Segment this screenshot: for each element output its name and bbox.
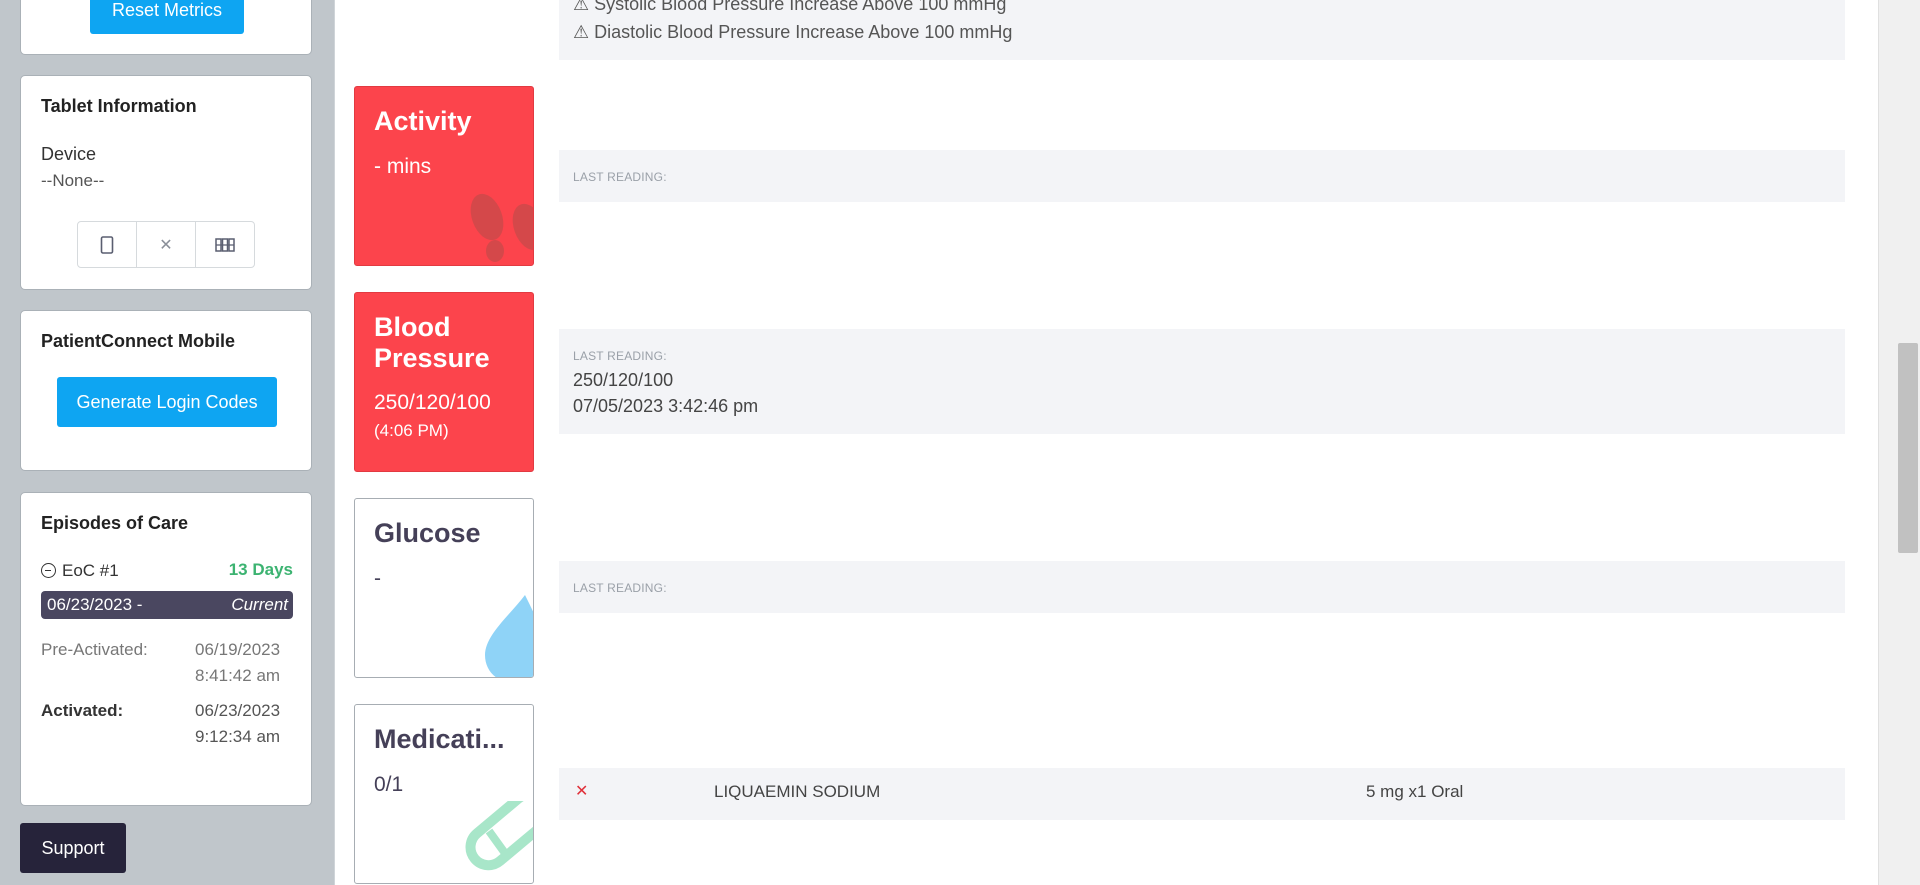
pre-activated-date: 06/19/2023: [195, 640, 281, 659]
glucose-reading-panel: LAST READING:: [559, 561, 1845, 613]
last-reading-label: LAST READING:: [573, 581, 667, 595]
bp-reading-panel: LAST READING: 250/120/100 07/05/2023 3:4…: [559, 329, 1845, 434]
reset-metrics-button[interactable]: Reset Metrics: [90, 0, 244, 34]
tile-title: Activity: [374, 106, 472, 136]
tile-value: -: [374, 567, 381, 590]
pre-activated-label: Pre-Activated:: [41, 640, 148, 659]
tablet-grid-icon[interactable]: [196, 222, 254, 267]
last-reading-label: LAST READING:: [573, 170, 667, 184]
bp-reading-timestamp: 07/05/2023 3:42:46 pm: [573, 396, 759, 416]
tile-time: (4:06 PM): [374, 421, 449, 440]
tile-title: Blood Pressure: [374, 312, 490, 373]
last-reading-label: LAST READING:: [573, 349, 667, 363]
eoc-label: EoC #1: [62, 561, 119, 580]
medication-dose: 5 mg x1 Oral: [1366, 782, 1464, 801]
tile-value: - mins: [374, 155, 432, 178]
pre-activated-time: 8:41:42 am: [195, 666, 281, 685]
card-title: Episodes of Care: [41, 513, 189, 533]
drop-icon: [485, 595, 533, 677]
activity-reading-panel: LAST READING:: [559, 150, 1845, 202]
device-label: Device: [41, 144, 97, 164]
glucose-tile[interactable]: Glucose -: [354, 498, 534, 678]
tile-value: 250/120/100: [374, 391, 491, 414]
pill-icon: [465, 801, 533, 871]
device-value: --None--: [41, 171, 105, 190]
alerts-panel: ⚠ Systolic Blood Pressure Increase Above…: [559, 0, 1845, 60]
alert-systolic: ⚠ Systolic Blood Pressure Increase Above…: [573, 0, 1006, 15]
card-title: Tablet Information: [41, 96, 197, 116]
alert-diastolic: ⚠ Diastolic Blood Pressure Increase Abov…: [573, 22, 1013, 42]
patientconnect-card: PatientConnect Mobile Generate Login Cod…: [20, 310, 312, 471]
tile-title: Glucose: [374, 518, 481, 548]
tablet-button-group: ✕: [77, 221, 255, 268]
tile-value: 0/1: [374, 773, 404, 796]
medication-tile[interactable]: Medicati... 0/1: [354, 704, 534, 884]
collapse-icon[interactable]: [41, 563, 56, 578]
activated-date: 06/23/2023: [195, 701, 281, 720]
scrollbar-thumb[interactable]: [1898, 343, 1918, 553]
eoc-row[interactable]: EoC #1 13 Days: [41, 560, 293, 583]
activated-time: 9:12:34 am: [195, 727, 281, 746]
main-content: [334, 0, 1880, 885]
episodes-of-care-card: Episodes of Care EoC #1 13 Days 06/23/20…: [20, 492, 312, 806]
activity-tile[interactable]: Activity - mins: [354, 86, 534, 266]
card-title: PatientConnect Mobile: [41, 331, 236, 351]
warning-icon: ⚠: [573, 0, 590, 14]
activated-label: Activated:: [41, 701, 124, 720]
close-icon[interactable]: ✕: [137, 222, 196, 267]
metrics-card: Reset Metrics: [20, 0, 312, 55]
medication-row[interactable]: ✕ LIQUAEMIN SODIUM 5 mg x1 Oral: [559, 768, 1845, 820]
tablet-information-card: Tablet Information Device --None-- ✕: [20, 75, 312, 290]
sidebar: Reset Metrics Tablet Information Device …: [0, 0, 334, 885]
tablet-icon[interactable]: [78, 222, 137, 267]
bp-reading-value: 250/120/100: [573, 370, 674, 390]
blood-pressure-tile[interactable]: Blood Pressure 250/120/100 (4:06 PM): [354, 292, 534, 472]
eoc-days: 13 Days: [228, 560, 293, 579]
tile-title: Medicati...: [374, 724, 505, 754]
range-start: 06/23/2023 -: [47, 595, 143, 614]
eoc-date-range: 06/23/2023 - Current: [41, 591, 293, 619]
medication-name: LIQUAEMIN SODIUM: [714, 782, 881, 801]
range-end: Current: [231, 595, 288, 614]
warning-icon: ⚠: [573, 22, 590, 42]
support-button[interactable]: Support: [20, 823, 126, 873]
footprints-icon: [470, 193, 533, 262]
x-icon: ✕: [575, 783, 589, 800]
generate-login-codes-button[interactable]: Generate Login Codes: [57, 377, 277, 427]
